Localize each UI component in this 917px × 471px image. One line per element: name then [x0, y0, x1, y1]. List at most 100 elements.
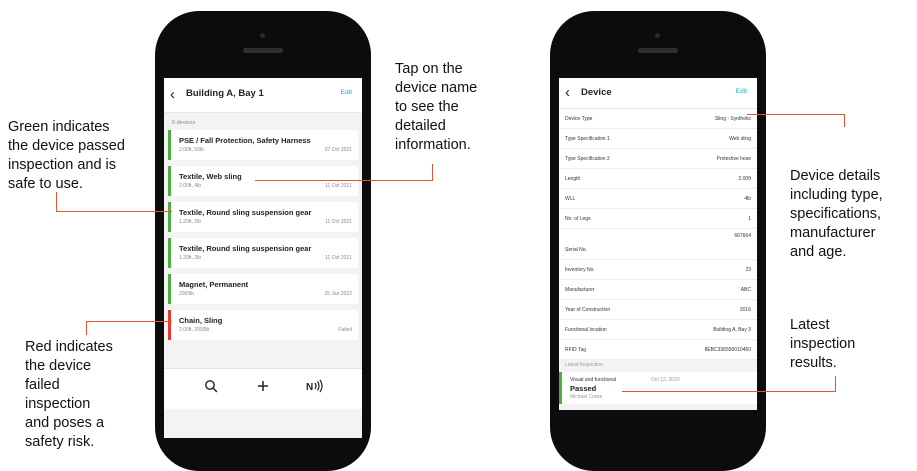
bottom-toolbar: N	[164, 368, 362, 409]
status-bar-passed	[559, 372, 562, 404]
detail-value: 2.00ft	[738, 176, 751, 182]
device-item[interactable]: Magnet, Permanent 2000lb 25 Jan 2022	[168, 274, 358, 304]
plus-icon[interactable]	[256, 379, 270, 398]
annotation-latest: Latest inspection results.	[790, 316, 855, 373]
annotation-line: Latest	[790, 317, 830, 333]
device-date: 07 Oct 2021	[324, 147, 352, 153]
page-title: Building A, Bay 1	[186, 88, 264, 99]
detail-key: Type Specification 2	[565, 156, 610, 162]
section-label: Latest Inspection	[565, 362, 603, 368]
speaker-bar	[243, 48, 283, 53]
detail-key: Device Type	[565, 116, 593, 122]
device-specs: 2.00ft, 2000lb	[179, 327, 210, 333]
inspection-date: Oct 12, 2020	[651, 377, 680, 383]
page-title: Device	[581, 87, 612, 98]
device-specs: 1.20ft, 2lb	[179, 255, 201, 261]
back-chevron-icon[interactable]: ‹	[170, 86, 175, 103]
detail-header: ‹ Device Edit	[559, 78, 757, 109]
callout-details-horizontal	[747, 114, 845, 115]
edit-button[interactable]: Edit	[341, 89, 352, 96]
annotation-line: Green indicates	[8, 119, 110, 135]
edit-button[interactable]: Edit	[736, 88, 747, 95]
annotation-line: safety risk.	[25, 434, 95, 450]
back-chevron-icon[interactable]: ‹	[565, 84, 570, 101]
callout-details-vertical	[844, 114, 845, 127]
detail-key: Type Specification 1	[565, 136, 610, 142]
inspection-result: Passed	[570, 384, 597, 393]
detail-key: RFID Tag	[565, 347, 587, 353]
phone-detail: ‹ Device Edit Device Type Sling - Synthe…	[550, 11, 766, 471]
detail-key: Manufacturer	[565, 287, 595, 293]
annotation-green: Green indicates the device passed inspec…	[8, 118, 125, 194]
device-date: 11 Oct 2021	[325, 183, 352, 189]
status-bar-passed	[168, 274, 171, 304]
device-item[interactable]: PSE / Fall Protection, Safety Harness 2.…	[168, 130, 358, 160]
camera-dot	[260, 33, 265, 38]
svg-text:N: N	[306, 382, 313, 393]
device-item[interactable]: Textile, Round sling suspension gear 1.2…	[168, 238, 358, 268]
detail-screen: ‹ Device Edit Device Type Sling - Synthe…	[559, 78, 757, 410]
inspector-name: Michael Crane	[570, 394, 603, 400]
status-bar-passed	[168, 238, 171, 268]
detail-row: Serial No. 667664	[559, 229, 757, 260]
detail-row: Length 2.00ft	[559, 169, 757, 189]
detail-row: RFID Tag 8EBC336550010460	[559, 340, 757, 360]
annotation-line: detailed	[395, 118, 446, 134]
annotation-tap: Tap on the device name to see the detail…	[395, 60, 477, 155]
annotation-line: inspection and is	[8, 157, 117, 173]
detail-key: Length	[565, 176, 581, 182]
detail-key: Functional location	[565, 327, 607, 333]
detail-value: 1	[748, 216, 751, 222]
list-header: ‹ Building A, Bay 1 Edit	[164, 78, 362, 113]
detail-row: Type Specification 2 Protective hose	[559, 149, 757, 169]
device-name[interactable]: Chain, Sling	[179, 316, 222, 325]
annotation-line: the device	[25, 358, 92, 374]
device-status: Failed	[338, 327, 352, 333]
callout-latest-vertical	[835, 376, 836, 392]
device-name[interactable]: Textile, Round sling suspension gear	[179, 208, 311, 217]
annotation-line: Device details	[790, 168, 881, 184]
detail-row: WLL 4lb	[559, 189, 757, 209]
detail-key: WLL	[565, 196, 576, 202]
annotation-line: and age.	[790, 244, 847, 260]
detail-value: 4lb	[744, 196, 751, 202]
callout-green-vertical	[56, 192, 57, 212]
detail-key: Year of Construction	[565, 307, 611, 313]
device-specs: 1.20ft, 2lb	[179, 219, 201, 225]
device-item[interactable]: Textile, Round sling suspension gear 1.2…	[168, 202, 358, 232]
callout-green-horizontal	[56, 211, 172, 212]
search-icon[interactable]	[204, 379, 218, 398]
callout-latest-horizontal	[622, 391, 836, 392]
device-name[interactable]: Magnet, Permanent	[179, 280, 248, 289]
device-name[interactable]: Textile, Round sling suspension gear	[179, 244, 311, 253]
annotation-line: information.	[395, 137, 471, 153]
device-count: 6 devices	[172, 120, 196, 126]
detail-value: 23	[745, 267, 751, 273]
nfc-icon[interactable]: N	[306, 379, 324, 398]
detail-value: Web sling	[729, 136, 751, 142]
detail-value: ABC	[740, 287, 751, 293]
device-name[interactable]: PSE / Fall Protection, Safety Harness	[179, 136, 311, 145]
callout-red-vertical	[86, 321, 87, 335]
annotation-line: and poses a	[25, 415, 105, 431]
annotation-line: inspection	[790, 336, 856, 352]
status-bar-failed	[168, 310, 171, 340]
device-item[interactable]: Textile, Web sling 2.00ft, 4lb 11 Oct 20…	[168, 166, 358, 196]
detail-row: No. of Legs 1	[559, 209, 757, 229]
detail-value: 2016	[739, 307, 751, 313]
status-bar-passed	[168, 202, 171, 232]
detail-row: Inventory No. 23	[559, 260, 757, 280]
device-date: 11 Oct 2021	[325, 219, 352, 225]
status-bar-passed	[168, 130, 171, 160]
detail-row: Type Specification 1 Web sling	[559, 129, 757, 149]
phone-list: ‹ Building A, Bay 1 Edit 6 devices PSE /…	[155, 11, 371, 471]
device-item[interactable]: Chain, Sling 2.00ft, 2000lb Failed	[168, 310, 358, 340]
annotation-line: device name	[395, 80, 478, 96]
detail-key: No. of Legs	[565, 216, 591, 222]
callout-tap-horizontal	[255, 180, 433, 181]
detail-row: Functional location Building A, Bay 3	[559, 320, 757, 340]
device-name[interactable]: Textile, Web sling	[179, 172, 242, 181]
annotation-line: inspection	[25, 396, 91, 412]
annotation-line: Red indicates	[25, 339, 113, 355]
inspection-card[interactable]: Visual and functional Oct 12, 2020 Passe…	[559, 372, 757, 404]
